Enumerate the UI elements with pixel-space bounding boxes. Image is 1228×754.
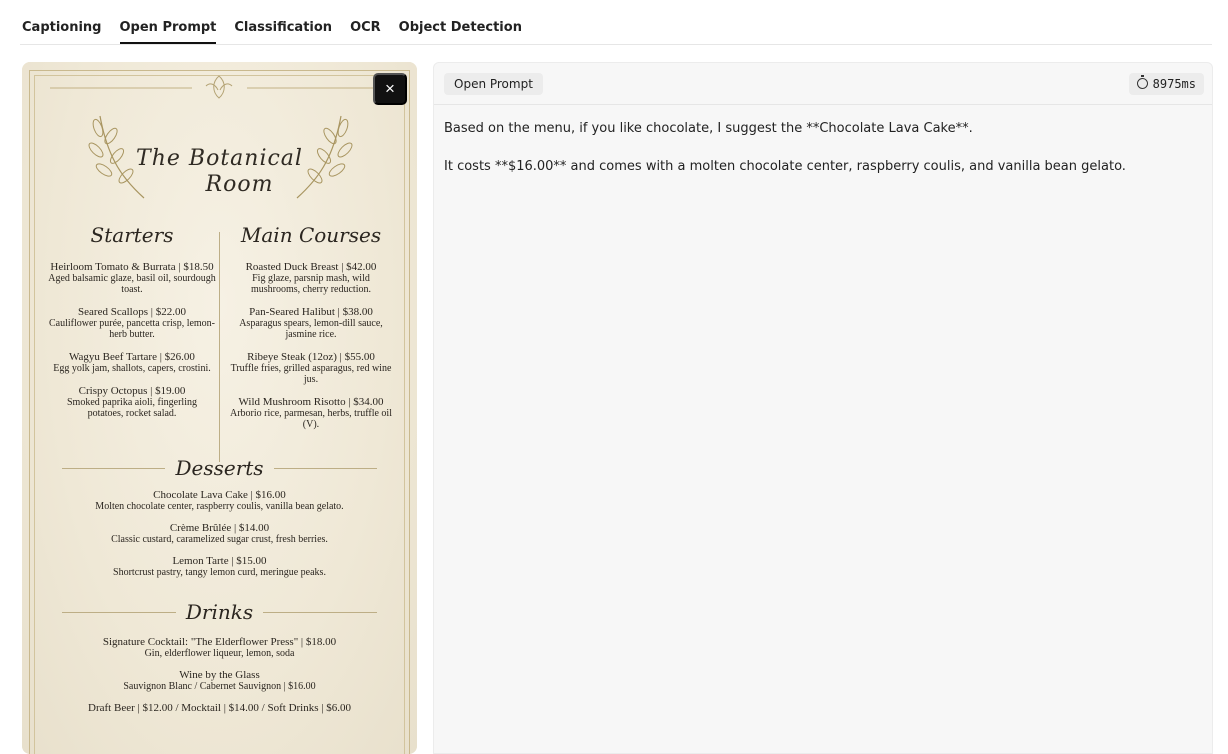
tab-ocr[interactable]: OCR	[350, 20, 381, 44]
input-image-panel: The Botanical Room Starters Heirloom Tom…	[22, 62, 417, 754]
close-image-button[interactable]: ×	[373, 73, 407, 105]
mains-column: Main Courses Roasted Duck Breast | $42.0…	[227, 223, 395, 442]
drinks-list: Signature Cocktail: "The Elderflower Pre…	[42, 636, 397, 724]
tab-captioning[interactable]: Captioning	[22, 20, 102, 44]
stopwatch-icon	[1136, 75, 1148, 89]
menu-item: Chocolate Lava Cake | $16.00 Molten choco…	[95, 489, 344, 512]
menu-item: Seared Scallops | $22.00 Cauliflower puré…	[48, 306, 216, 341]
tabs-divider	[20, 44, 1212, 45]
menu-item: Crème Brûlée | $14.00 Classic custard, ca…	[111, 522, 328, 545]
timing-badge: 8975ms	[1128, 72, 1204, 95]
menu-item: Draft Beer | $12.00 / Mocktail | $14.00 …	[88, 702, 351, 714]
drinks-header: Drinks	[62, 600, 378, 624]
desserts-heading: Desserts	[175, 456, 264, 480]
menu-item: Pan-Seared Halibut | $38.00 Asparagus spe…	[239, 306, 383, 341]
divider-rule	[273, 467, 378, 469]
menu-title-line2: Room	[205, 172, 274, 197]
divider-rule	[263, 611, 378, 613]
drinks-heading: Drinks	[185, 600, 254, 624]
menu-title-line1: The Botanical	[136, 146, 303, 171]
output-paragraph: Based on the menu, if you like chocolate…	[444, 121, 973, 136]
desserts-list: Chocolate Lava Cake | $16.00 Molten choco…	[42, 489, 397, 588]
menu-image: The Botanical Room Starters Heirloom Tom…	[22, 62, 417, 754]
mode-label: Open Prompt	[444, 72, 543, 95]
menu-title: The Botanical Room	[22, 146, 417, 198]
column-divider	[219, 232, 220, 462]
mains-heading: Main Courses	[240, 223, 382, 247]
desserts-header: Desserts	[62, 456, 378, 480]
menu-item: Wine by the Glass Sauvignon Blanc / Caber…	[123, 669, 316, 692]
menu-item: Wagyu Beef Tartare | $26.00 Egg yolk jam,…	[53, 351, 211, 375]
tab-object-detection[interactable]: Object Detection	[399, 20, 522, 44]
starters-heading: Starters	[90, 223, 174, 247]
menu-item: Signature Cocktail: "The Elderflower Pre…	[102, 636, 337, 659]
menu-item: Crispy Octopus | $19.00 Smoked paprika ai…	[67, 385, 197, 420]
mode-tabs: Captioning Open Prompt Classification OC…	[22, 0, 522, 44]
timing-value: 8975ms	[1152, 76, 1196, 91]
starters-column: Starters Heirloom Tomato & Burrata | $18…	[48, 223, 216, 431]
menu-item: Roasted Duck Breast | $42.00 Fig glaze, p…	[245, 261, 377, 296]
divider-rule	[62, 611, 176, 613]
menu-item: Heirloom Tomato & Burrata | $18.50 Aged b…	[48, 261, 216, 296]
output-header: Open Prompt 8975ms	[434, 63, 1212, 105]
output-text: Based on the menu, if you like chocolate…	[434, 105, 1212, 209]
tab-classification[interactable]: Classification	[234, 20, 332, 44]
menu-item: Ribeye Steak (12oz) | $55.00 Truffle frie…	[230, 351, 392, 386]
output-panel: Open Prompt 8975ms Based on the menu, if…	[433, 62, 1213, 754]
tab-open-prompt[interactable]: Open Prompt	[119, 20, 217, 44]
divider-rule	[62, 467, 166, 469]
menu-item: Wild Mushroom Risotto | $34.00 Arborio ri…	[230, 396, 392, 431]
output-paragraph: It costs **$16.00** and comes with a mol…	[444, 159, 1126, 174]
leaf-ornament-icon	[50, 75, 389, 99]
menu-item: Lemon Tarte | $15.00 Shortcrust pastry, t…	[113, 555, 326, 578]
